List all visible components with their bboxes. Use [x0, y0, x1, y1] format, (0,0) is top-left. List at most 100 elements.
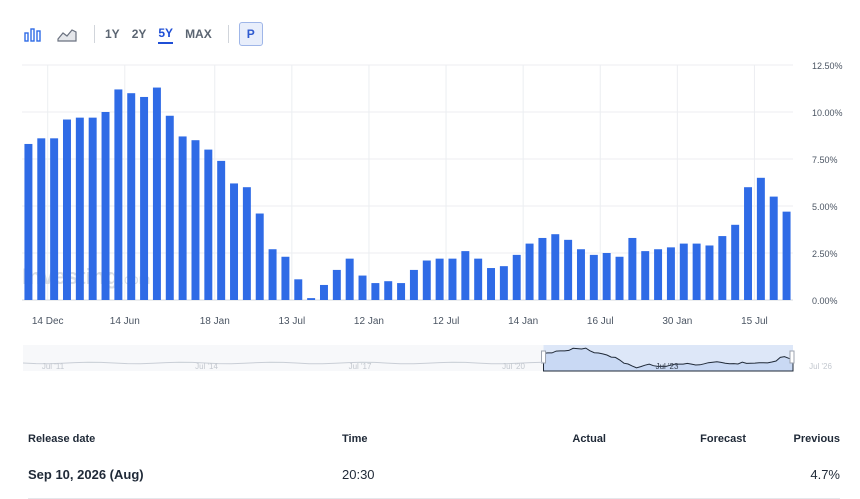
bar	[88, 117, 97, 300]
navigator-label: Jul '23	[656, 362, 679, 371]
x-tick-label: 18 Jan	[200, 316, 230, 327]
cell-release-date: Sep 10, 2026 (Aug)	[28, 466, 144, 482]
range-5y-button[interactable]: 5Y	[158, 24, 174, 44]
bar	[50, 138, 59, 300]
x-tick-label: 13 Jul	[279, 316, 306, 327]
bar	[525, 243, 534, 300]
bar	[319, 284, 328, 300]
col-actual: Actual	[572, 433, 606, 445]
bar	[140, 96, 149, 301]
bar	[512, 254, 521, 300]
bar	[576, 249, 585, 300]
bar	[551, 234, 560, 300]
bar	[294, 279, 303, 300]
bar	[409, 269, 418, 300]
x-tick-label: 12 Jul	[433, 316, 460, 327]
bar	[191, 140, 200, 300]
col-release-date: Release date	[28, 433, 96, 445]
bar	[422, 260, 431, 300]
bar	[461, 251, 470, 300]
bar	[114, 89, 123, 300]
navigator-handle-right	[789, 350, 795, 364]
bar	[679, 243, 688, 300]
chart-toolbar: 1Y 2Y 5Y MAX P	[22, 22, 263, 46]
bar	[718, 236, 727, 300]
bar	[242, 187, 251, 300]
bar	[37, 138, 46, 300]
navigator-label: Jul '14	[195, 362, 218, 371]
chart-grid	[22, 64, 793, 301]
bar	[628, 237, 637, 300]
navigator-label: Jul '11	[42, 362, 65, 371]
bar	[641, 251, 650, 300]
bar	[281, 256, 290, 300]
table-header: Release date Time Actual Forecast Previo…	[28, 428, 840, 450]
cell-time: 20:30	[342, 466, 375, 482]
x-tick-label: 15 Jul	[741, 316, 768, 327]
x-tick-label: 16 Jul	[587, 316, 614, 327]
navigator-handle-left	[541, 350, 547, 364]
bar	[332, 269, 341, 300]
bar	[384, 281, 393, 300]
bar	[165, 115, 174, 300]
bar	[358, 275, 367, 300]
col-time: Time	[342, 433, 368, 445]
range-navigator[interactable]: Jul '11 Jul '14 Jul '17 Jul '20 Jul '23 Jul '…	[0, 343, 860, 379]
release-table: Release date Time Actual Forecast Previo…	[28, 428, 840, 499]
bar	[268, 249, 277, 300]
x-tick-label: 12 Jan	[354, 316, 384, 327]
bar	[782, 211, 791, 300]
p-button[interactable]: P	[238, 22, 263, 46]
bar	[744, 187, 753, 300]
bar	[564, 239, 573, 300]
y-axis-ticks: 0.00% 2.50% 5.00% 7.50% 10.00% 12.50%	[812, 61, 843, 306]
navigator-label: Jul '20	[502, 362, 525, 371]
range-max-button[interactable]: MAX	[185, 25, 212, 43]
bar	[769, 196, 778, 300]
bar	[152, 87, 161, 300]
bar	[397, 283, 406, 300]
bar	[499, 266, 508, 300]
bar	[230, 183, 239, 300]
cell-previous: 4.7%	[810, 466, 840, 482]
y-tick-label: 2.50%	[812, 249, 838, 259]
bar	[538, 237, 547, 300]
y-tick-label: 12.50%	[812, 61, 843, 71]
area-chart-icon[interactable]	[56, 24, 78, 44]
toolbar-divider	[227, 25, 229, 43]
toolbar-divider	[94, 25, 95, 43]
y-tick-label: 7.50%	[812, 155, 838, 165]
col-forecast: Forecast	[700, 433, 746, 445]
bar	[615, 256, 624, 300]
bar	[666, 247, 675, 300]
bar	[24, 143, 33, 300]
bar	[75, 117, 84, 300]
col-previous: Previous	[793, 433, 840, 445]
bar	[692, 243, 701, 300]
y-tick-label: 5.00%	[812, 202, 838, 212]
bar	[345, 258, 354, 300]
bar	[62, 119, 71, 301]
bar	[487, 268, 496, 300]
x-tick-label: 30 Jan	[662, 316, 692, 327]
bar	[474, 258, 483, 300]
range-1y-button[interactable]: 1Y	[105, 25, 120, 43]
bar	[307, 298, 316, 300]
bar	[448, 258, 457, 300]
x-axis-ticks: 14 Dec 14 Jun 18 Jan 13 Jul 12 Jan 12 Jul 14 J…	[32, 316, 768, 327]
bar	[602, 253, 611, 300]
bar	[435, 258, 444, 300]
bar	[127, 93, 136, 300]
x-tick-label: 14 Jun	[110, 316, 140, 327]
bar	[731, 224, 740, 300]
bar	[589, 254, 598, 300]
x-tick-label: 14 Jan	[508, 316, 538, 327]
bar-chart: Investing .com 0.00%2.50%5.00%7.50%10.00…	[22, 61, 843, 327]
bar	[705, 245, 714, 300]
range-2y-button[interactable]: 2Y	[132, 25, 147, 43]
bar	[255, 213, 264, 300]
bar	[217, 160, 226, 300]
bar-series	[24, 87, 791, 301]
bar	[756, 177, 765, 300]
bar-chart-icon[interactable]	[22, 24, 44, 44]
